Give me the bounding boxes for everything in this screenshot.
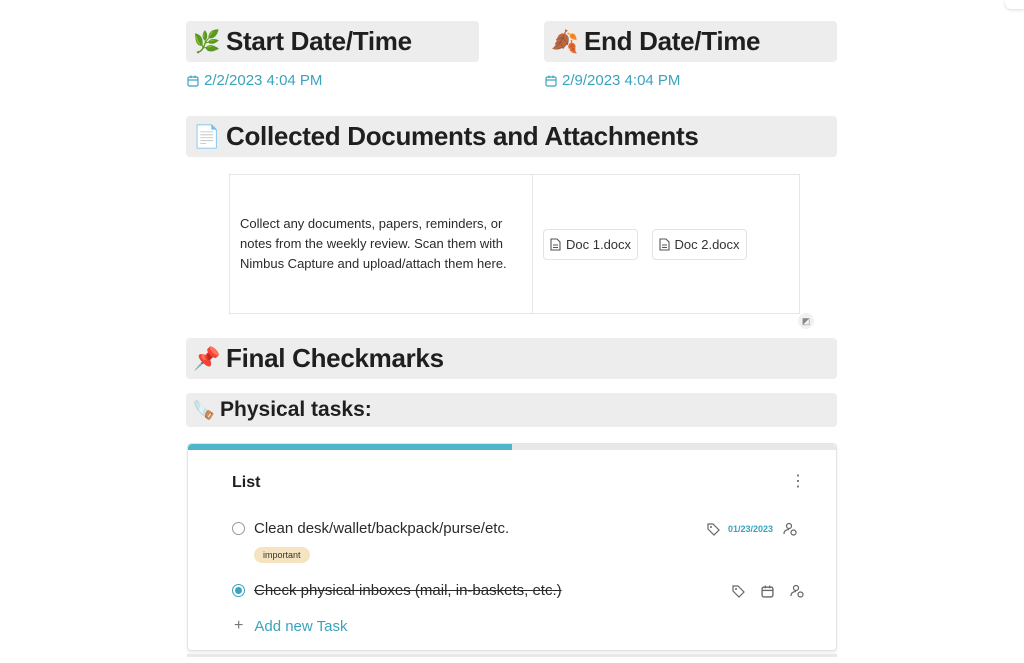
- corner-widget[interactable]: [1005, 0, 1024, 9]
- saw-icon: 🪚: [192, 399, 216, 420]
- attachments-cell: Doc 1.docx Doc 2.docx: [532, 174, 800, 314]
- task-item: Check physical inboxes (mail, in-baskets…: [232, 582, 562, 599]
- add-task-button[interactable]: + Add new Task: [234, 617, 347, 635]
- more-options-icon[interactable]: ⋮: [790, 474, 806, 490]
- task-item: Clean desk/wallet/backpack/purse/etc.: [232, 520, 509, 537]
- attachment-name: Doc 1.docx: [566, 236, 632, 252]
- pushpin-icon: 📌: [193, 345, 221, 371]
- documents-title: Collected Documents and Attachments: [226, 121, 699, 151]
- plus-icon: +: [234, 617, 244, 634]
- calendar-icon[interactable]: [761, 585, 774, 598]
- file-icon: [550, 237, 561, 251]
- documents-table: Collect any documents, papers, reminders…: [229, 174, 800, 314]
- start-date-heading: 🌿 Start Date/Time: [186, 21, 479, 62]
- leaf-icon: 🌿: [193, 28, 221, 54]
- attachment-name: Doc 2.docx: [674, 236, 740, 252]
- task-meta: 01/23/2023: [707, 522, 797, 536]
- final-checkmarks-title: Final Checkmarks: [226, 343, 444, 373]
- documents-description: Collect any documents, papers, reminders…: [229, 174, 533, 314]
- add-task-label: Add new Task: [254, 617, 348, 635]
- attachment-doc-2[interactable]: Doc 2.docx: [651, 228, 747, 260]
- file-icon: [658, 237, 670, 251]
- document-icon: 📄: [193, 123, 221, 149]
- task-progress-bar: [188, 444, 836, 450]
- tag-icon[interactable]: [707, 522, 720, 536]
- task-label[interactable]: Check physical inboxes (mail, in-baskets…: [254, 582, 562, 599]
- task-checkbox[interactable]: [232, 522, 245, 535]
- task-label[interactable]: Clean desk/wallet/backpack/purse/etc.: [254, 520, 509, 537]
- tag-icon[interactable]: [732, 584, 745, 598]
- start-date-value[interactable]: 2/2/2023 4:04 PM: [187, 72, 322, 89]
- end-date-value[interactable]: 2/9/2023 4:04 PM: [545, 72, 680, 89]
- physical-tasks-title: Physical tasks:: [220, 398, 372, 421]
- task-tag[interactable]: important: [254, 547, 310, 563]
- final-checkmarks-heading: 📌 Final Checkmarks: [186, 338, 837, 379]
- task-checkbox-checked[interactable]: [232, 584, 245, 597]
- calendar-icon: [545, 75, 557, 87]
- task-progress-fill: [188, 444, 512, 450]
- task-due-date[interactable]: 01/23/2023: [728, 524, 773, 534]
- calendar-icon: [187, 75, 199, 87]
- assign-user-icon[interactable]: [783, 522, 797, 536]
- task-list-title: List: [232, 474, 261, 491]
- end-date-text: 2/9/2023 4:04 PM: [562, 72, 681, 89]
- assign-user-icon[interactable]: [790, 584, 804, 598]
- attachment-doc-1[interactable]: Doc 1.docx: [543, 228, 639, 260]
- card-bottom-border: [187, 654, 837, 657]
- task-meta: [732, 584, 804, 598]
- fallen-leaf-icon: 🍂: [551, 28, 579, 54]
- end-date-title: End Date/Time: [584, 26, 761, 56]
- start-date-title: Start Date/Time: [226, 26, 412, 56]
- task-list-card: List ⋮ Clean desk/wallet/backpack/purse/…: [187, 443, 837, 651]
- documents-heading: 📄 Collected Documents and Attachments: [186, 116, 837, 157]
- table-resize-handle[interactable]: ◩: [798, 313, 814, 329]
- end-date-heading: 🍂 End Date/Time: [544, 21, 837, 62]
- start-date-text: 2/2/2023 4:04 PM: [204, 72, 323, 89]
- physical-tasks-heading: 🪚 Physical tasks:: [186, 393, 837, 427]
